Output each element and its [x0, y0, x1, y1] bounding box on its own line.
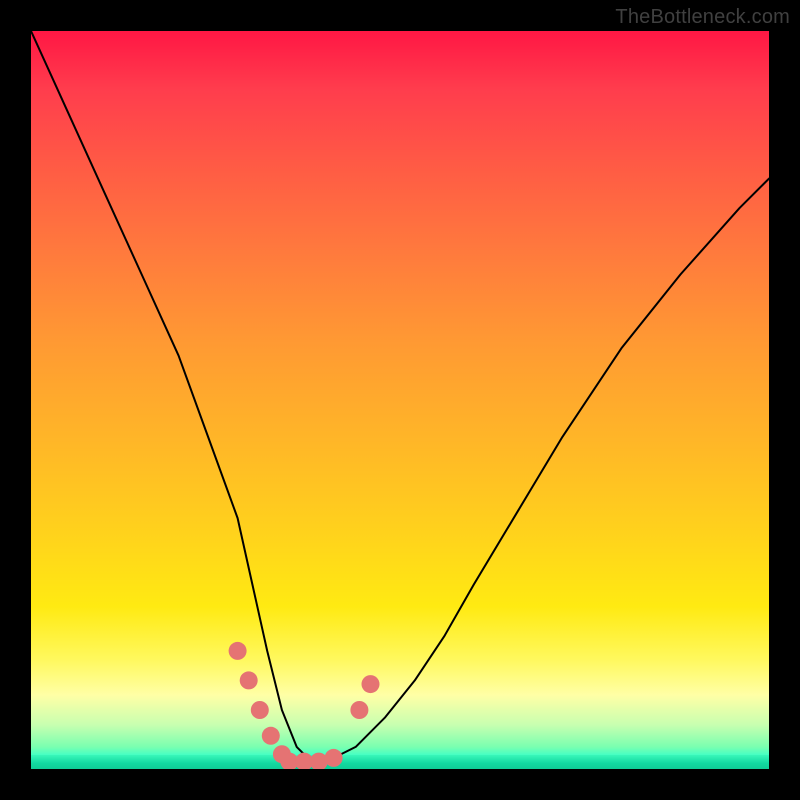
watermark-text: TheBottleneck.com [615, 6, 790, 29]
marker-point [240, 671, 258, 689]
bottom-green-band [31, 755, 769, 769]
marker-point [350, 701, 368, 719]
bottleneck-curve [31, 31, 769, 762]
marker-point [251, 701, 269, 719]
marker-point [229, 642, 247, 660]
chart-svg [31, 31, 769, 769]
marker-point [262, 727, 280, 745]
chart-plot-area [31, 31, 769, 769]
marker-point [362, 675, 380, 693]
